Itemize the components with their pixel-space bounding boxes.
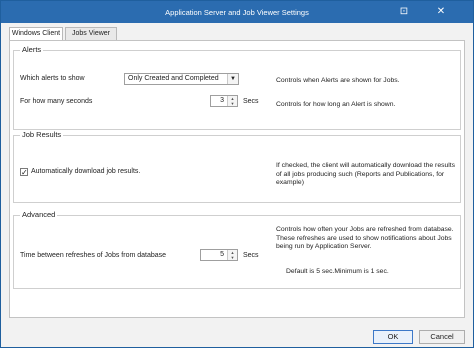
alerts-group: Alerts Which alerts to show Only Created… — [13, 45, 461, 130]
cancel-button[interactable]: Cancel — [419, 330, 465, 344]
refresh-interval-value: 5 — [220, 251, 224, 258]
alert-seconds-description: Controls for how long an Alert is shown. — [276, 101, 396, 108]
auto-download-label[interactable]: Automatically download job results. — [31, 168, 140, 175]
auto-download-checkbox[interactable]: ✓ — [20, 168, 28, 177]
alert-seconds-spin-buttons: ▲ ▼ — [227, 96, 237, 106]
refresh-interval-stepper[interactable]: 5 ▲ ▼ — [200, 249, 238, 261]
refresh-default-note: Default is 5 sec.Minimum is 1 sec. — [286, 268, 389, 275]
ok-button[interactable]: OK — [373, 330, 413, 344]
auto-download-description: If checked, the client will automaticall… — [276, 162, 456, 186]
tab-windows-client[interactable]: Windows Client — [9, 27, 63, 41]
settings-window: Application Server and Job Viewer Settin… — [0, 0, 474, 348]
alert-seconds-label: For how many seconds — [20, 98, 93, 105]
which-alerts-description: Controls when Alerts are shown for Jobs. — [276, 77, 400, 84]
advanced-group: Advanced Time between refreshes of Jobs … — [13, 210, 461, 289]
spin-down-icon[interactable]: ▼ — [228, 101, 237, 106]
refresh-interval-unit: Secs — [243, 252, 259, 259]
refresh-interval-description: Controls how often your Jobs are refresh… — [276, 226, 454, 250]
refresh-interval-spin-buttons: ▲ ▼ — [227, 250, 237, 260]
alert-seconds-value: 3 — [220, 97, 224, 104]
job-results-group: Job Results ✓ Automatically download job… — [13, 130, 461, 203]
title-bar: Application Server and Job Viewer Settin… — [1, 1, 473, 23]
restore-icon[interactable]: ⊡ — [397, 5, 411, 19]
refresh-interval-label: Time between refreshes of Jobs from data… — [20, 252, 167, 259]
close-icon[interactable]: ✕ — [434, 5, 448, 19]
chevron-down-icon[interactable]: ▼ — [227, 74, 238, 84]
alert-seconds-unit: Secs — [243, 98, 259, 105]
alert-seconds-stepper[interactable]: 3 ▲ ▼ — [210, 95, 238, 107]
which-alerts-select[interactable]: Only Created and Completed ▼ — [124, 73, 239, 85]
which-alerts-value: Only Created and Completed — [128, 75, 219, 82]
tab-panel: Alerts Which alerts to show Only Created… — [9, 40, 465, 318]
tab-jobs-viewer[interactable]: Jobs Viewer — [65, 27, 117, 40]
alerts-group-title: Alerts — [20, 45, 44, 54]
spin-down-icon[interactable]: ▼ — [228, 255, 237, 260]
which-alerts-label: Which alerts to show — [20, 75, 85, 82]
advanced-group-title: Advanced — [20, 210, 58, 219]
job-results-group-title: Job Results — [20, 130, 64, 139]
